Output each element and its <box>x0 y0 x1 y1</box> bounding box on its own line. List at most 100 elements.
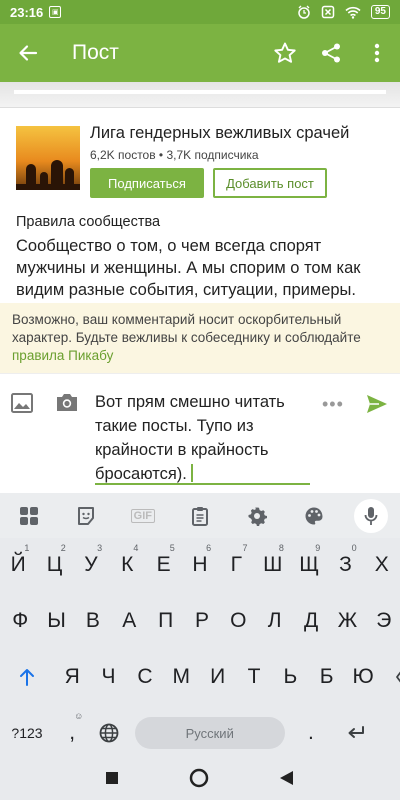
key-row3-3[interactable]: М <box>163 650 199 704</box>
backspace-key[interactable] <box>381 650 400 704</box>
settings-button[interactable] <box>229 493 286 538</box>
sticker-button[interactable] <box>57 493 114 538</box>
rules-text: Сообщество о том, о чем всегда спорят му… <box>16 237 361 299</box>
camera-icon <box>57 394 77 411</box>
status-bar: 23:16 ▣ 95 <box>0 0 400 24</box>
key-row3-4[interactable]: И <box>199 650 235 704</box>
warning-text: Возможно, ваш комментарий носит оскорбит… <box>12 312 361 345</box>
key-row2-5[interactable]: Р <box>184 594 220 648</box>
key-label: Н <box>192 553 208 576</box>
key-row3-8[interactable]: Ю <box>345 650 381 704</box>
key-row1-7[interactable]: Ш8 <box>255 538 291 592</box>
back-nav-button[interactable] <box>280 770 294 790</box>
keyboard-row-1: Й1Ц2У3К4Е5Н6Г7Ш8Щ9З0Х <box>0 538 400 592</box>
key-row1-1[interactable]: Ц2 <box>36 538 72 592</box>
shift-key[interactable] <box>0 650 54 704</box>
key-row1-5[interactable]: Н6 <box>182 538 218 592</box>
comma-key[interactable]: , ☺ <box>54 706 90 760</box>
key-row1-4[interactable]: Е5 <box>145 538 181 592</box>
home-button[interactable] <box>189 768 209 793</box>
more-menu-button[interactable] <box>354 24 400 82</box>
key-row3-0[interactable]: Я <box>54 650 90 704</box>
key-row2-4[interactable]: П <box>147 594 183 648</box>
language-key[interactable] <box>90 706 126 760</box>
key-row2-9[interactable]: Ж <box>329 594 365 648</box>
shift-arrow-icon <box>20 669 34 686</box>
community-avatar[interactable] <box>16 126 80 190</box>
offensive-comment-warning: Возможно, ваш комментарий носит оскорбит… <box>0 303 400 373</box>
gif-button[interactable]: GIF <box>114 493 171 538</box>
square-icon <box>105 772 118 784</box>
recent-apps-button[interactable] <box>105 771 118 789</box>
key-label: Ц <box>46 553 63 576</box>
arrow-left-icon <box>19 45 38 61</box>
key-hint: 5 <box>169 543 175 553</box>
key-label: У <box>84 553 98 576</box>
key-row2-6[interactable]: О <box>220 594 256 648</box>
key-row1-6[interactable]: Г7 <box>218 538 254 592</box>
send-button[interactable] <box>366 394 388 419</box>
key-row1-3[interactable]: К4 <box>109 538 145 592</box>
space-bar[interactable]: Русский <box>134 717 285 749</box>
key-row1-8[interactable]: Щ9 <box>291 538 327 592</box>
more-options-button[interactable]: ••• <box>322 394 344 415</box>
attach-photo-button[interactable] <box>55 391 79 418</box>
key-row2-2[interactable]: В <box>75 594 111 648</box>
key-row3-1[interactable]: Ч <box>90 650 126 704</box>
keyboard-row-4: ?123 , ☺ Русский . <box>0 706 400 760</box>
status-time: 23:16 <box>10 4 44 20</box>
share-button[interactable] <box>308 24 354 82</box>
notification-icon: ▣ <box>49 6 62 18</box>
globe-icon <box>99 723 118 743</box>
symbols-key[interactable]: ?123 <box>0 706 54 760</box>
key-hint: 4 <box>133 543 139 553</box>
key-hint: 1 <box>24 543 30 553</box>
comment-input[interactable]: Вот прям смешно читать такие посты. Тупо… <box>95 390 305 486</box>
theme-button[interactable] <box>286 493 343 538</box>
key-row2-8[interactable]: Д <box>293 594 329 648</box>
key-row3-7[interactable]: Б <box>309 650 345 704</box>
key-row3-6[interactable]: Ь <box>272 650 308 704</box>
space-key[interactable]: Русский <box>127 706 293 760</box>
community-name[interactable]: Лига гендерных вежливых срачей <box>90 124 349 143</box>
enter-key[interactable] <box>329 706 383 760</box>
clipboard-button[interactable] <box>171 493 228 538</box>
mic-circle[interactable] <box>354 498 389 533</box>
key-row2-1[interactable]: Ы <box>38 594 74 648</box>
key-row2-3[interactable]: А <box>111 594 147 648</box>
battery-indicator: 95 <box>370 5 390 19</box>
page-title: Пост <box>72 41 119 64</box>
circle-icon <box>189 768 209 787</box>
wifi-icon <box>345 6 361 19</box>
attach-image-button[interactable] <box>10 392 34 419</box>
key-label: Е <box>156 553 171 576</box>
keyboard-row-3: ЯЧСМИТЬБЮ <box>0 650 400 704</box>
clipboard-icon <box>191 506 208 526</box>
key-row3-5[interactable]: Т <box>236 650 272 704</box>
mic-icon <box>365 506 378 525</box>
gif-icon: GIF <box>130 508 156 523</box>
apps-button[interactable] <box>0 493 57 538</box>
key-row2-7[interactable]: Л <box>257 594 293 648</box>
favorite-button[interactable] <box>262 24 308 82</box>
period-key[interactable]: . <box>293 706 329 760</box>
key-row2-0[interactable]: Ф <box>2 594 38 648</box>
add-post-button[interactable]: Добавить пост <box>213 168 327 198</box>
key-row3-2[interactable]: С <box>127 650 163 704</box>
key-label: Й <box>10 553 26 576</box>
back-button[interactable] <box>0 24 56 82</box>
share-icon <box>322 43 340 63</box>
key-row1-9[interactable]: З0 <box>327 538 363 592</box>
key-row1-10[interactable]: Х <box>364 538 400 592</box>
key-row2-10[interactable]: Э <box>366 594 400 648</box>
key-row1-0[interactable]: Й1 <box>0 538 36 592</box>
key-hint: 0 <box>351 543 357 553</box>
keyboard: Й1Ц2У3К4Е5Н6Г7Ш8Щ9З0Х ФЫВАПРОЛДЖЭ ЯЧСМИТ… <box>0 538 400 760</box>
pikabu-rules-link[interactable]: правила Пикабу <box>12 348 113 363</box>
key-hint: 6 <box>206 543 212 553</box>
palette-icon <box>305 507 323 524</box>
key-hint: 8 <box>278 543 284 553</box>
subscribe-button[interactable]: Подписаться <box>90 168 204 198</box>
key-row1-2[interactable]: У3 <box>73 538 109 592</box>
voice-input-button[interactable] <box>343 493 400 538</box>
